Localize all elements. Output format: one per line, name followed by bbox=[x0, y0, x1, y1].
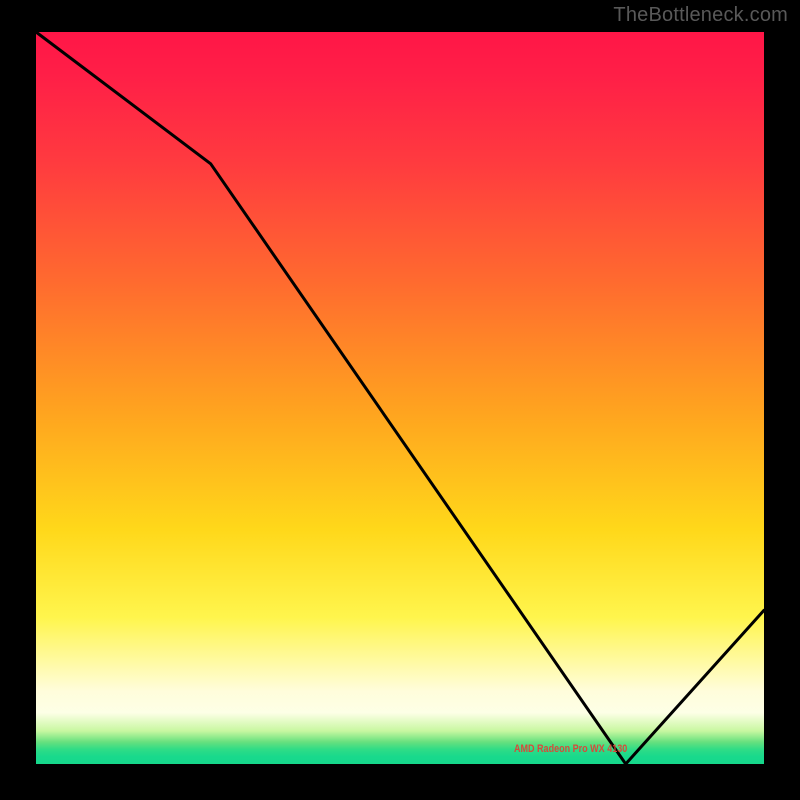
watermark-text: TheBottleneck.com bbox=[613, 4, 788, 27]
bottleneck-line bbox=[36, 32, 764, 764]
chart-stage: TheBottleneck.com AMD Radeon Pro WX 4130 bbox=[0, 0, 800, 800]
gpu-annotation: AMD Radeon Pro WX 4130 bbox=[514, 743, 627, 755]
plot-area: AMD Radeon Pro WX 4130 bbox=[36, 32, 764, 764]
